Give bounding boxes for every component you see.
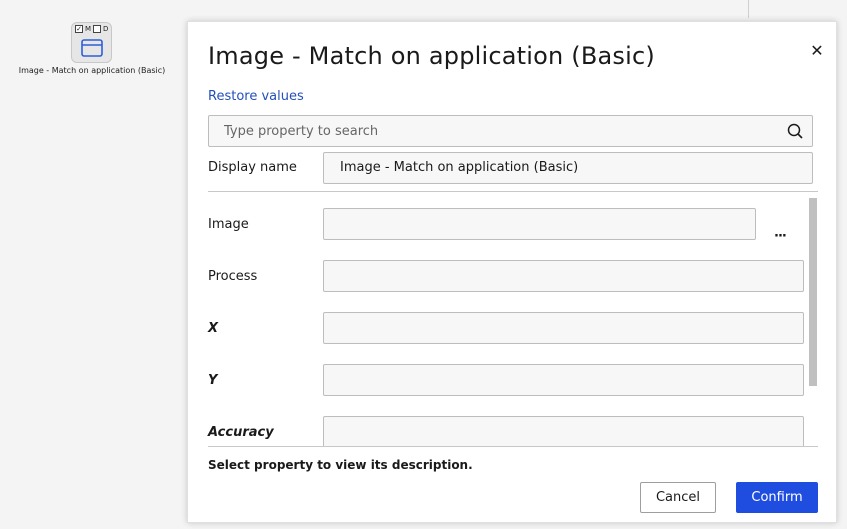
property-search	[208, 115, 813, 147]
dialog-title: Image - Match on application (Basic)	[208, 42, 655, 70]
close-icon[interactable]: ✕	[808, 42, 826, 60]
section-divider	[208, 191, 818, 192]
workflow-node[interactable]: ✓ M D	[71, 22, 112, 63]
m-checkbox[interactable]: ✓	[75, 25, 83, 33]
properties-dialog: Image - Match on application (Basic) ✕ R…	[187, 21, 837, 523]
property-label-process: Process	[208, 269, 258, 284]
image-field[interactable]	[323, 208, 756, 240]
x-field[interactable]	[323, 312, 804, 344]
d-flag-label: D	[103, 25, 109, 33]
search-input[interactable]	[209, 116, 779, 146]
properties-scrollbar[interactable]	[809, 198, 817, 386]
image-browse-button[interactable]: ···	[774, 229, 787, 244]
property-description: Select property to view its description.	[208, 458, 473, 472]
cancel-button[interactable]: Cancel	[640, 482, 716, 513]
m-flag-label: M	[85, 25, 92, 33]
process-field[interactable]	[323, 260, 804, 292]
accuracy-field[interactable]	[323, 416, 804, 446]
canvas-divider	[748, 0, 749, 18]
d-checkbox[interactable]	[93, 25, 102, 33]
display-name-label: Display name	[208, 160, 297, 175]
node-caption: Image - Match on application (Basic)	[18, 66, 166, 75]
property-label-accuracy: Accuracy	[208, 425, 274, 440]
properties-list: Image ··· Process X Y Accuracy	[188, 198, 838, 446]
y-field[interactable]	[323, 364, 804, 396]
restore-values-link[interactable]: Restore values	[208, 89, 304, 104]
property-label-image: Image	[208, 217, 249, 232]
display-name-field[interactable]: Image - Match on application (Basic)	[323, 152, 813, 184]
property-label-x: X	[208, 321, 219, 336]
property-label-y: Y	[208, 373, 218, 388]
node-flags: ✓ M D	[75, 25, 108, 33]
search-icon[interactable]	[787, 123, 803, 143]
footer-divider	[208, 446, 818, 447]
confirm-button[interactable]: Confirm	[736, 482, 818, 513]
window-icon	[81, 39, 103, 61]
